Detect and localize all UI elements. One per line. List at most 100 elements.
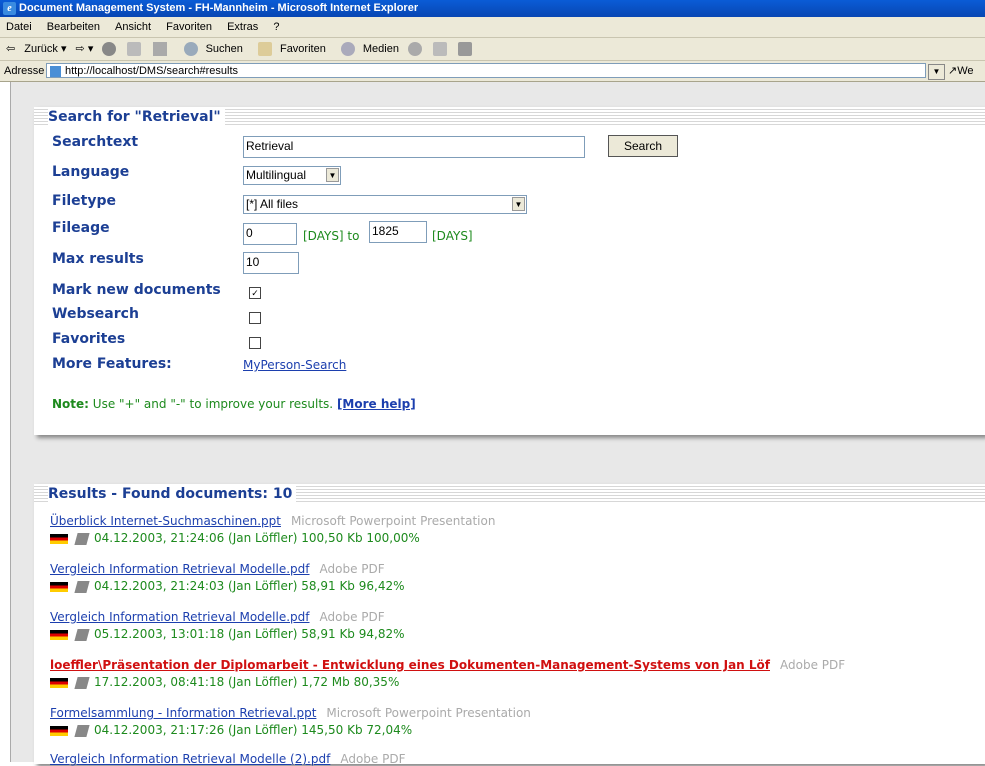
- address-dropdown-button[interactable]: ▼: [928, 64, 945, 80]
- result-item: Formelsammlung - Information Retrieval.p…: [50, 706, 531, 737]
- media-label: Medien: [362, 43, 399, 55]
- chevron-down-icon: ▼: [326, 168, 339, 182]
- result-meta: 04.12.2003, 21:17:26 (Jan Löffler) 145,5…: [50, 723, 531, 737]
- fileage-to-input[interactable]: 1825: [369, 221, 427, 243]
- favorites-checkbox[interactable]: [249, 337, 261, 349]
- history-icon[interactable]: [408, 42, 423, 57]
- back-label: Zurück: [24, 43, 58, 55]
- page-left-edge: [0, 82, 11, 762]
- result-title-link[interactable]: Formelsammlung - Information Retrieval.p…: [50, 706, 316, 720]
- results-panel-heading: Results - Found documents: 10: [34, 484, 985, 504]
- result-meta-text: 04.12.2003, 21:24:06 (Jan Löffler) 100,5…: [94, 531, 420, 545]
- searchtext-input[interactable]: Retrieval: [243, 136, 585, 158]
- result-meta-text: 17.12.2003, 08:41:18 (Jan Löffler) 1,72 …: [94, 675, 400, 689]
- results-panel: Results - Found documents: 10 Überblick …: [34, 484, 985, 766]
- window-titlebar: e Document Management System - FH-Mannhei…: [0, 0, 985, 17]
- fileage-from-input[interactable]: 0: [243, 223, 297, 245]
- myperson-search-link[interactable]: MyPerson-Search: [243, 358, 346, 372]
- media-button[interactable]: Medien: [335, 42, 399, 57]
- note-text: Use "+" and "-" to improve your results.: [88, 397, 337, 411]
- results-panel-title: Results - Found documents: 10: [48, 486, 297, 502]
- menu-bar: Datei Bearbeiten Ansicht Favoriten Extra…: [0, 17, 985, 38]
- result-meta: 05.12.2003, 13:01:18 (Jan Löffler) 58,91…: [50, 627, 405, 641]
- result-type: Adobe PDF: [340, 752, 406, 766]
- result-meta-text: 04.12.2003, 21:24:03 (Jan Löffler) 58,91…: [94, 579, 405, 593]
- document-icon: [74, 724, 90, 737]
- result-meta-text: 04.12.2003, 21:17:26 (Jan Löffler) 145,5…: [94, 723, 413, 737]
- german-flag-icon: [50, 725, 68, 736]
- search-label: Suchen: [205, 43, 243, 55]
- back-button[interactable]: ⇦ Zurück ▾: [6, 43, 66, 55]
- menu-help[interactable]: ?: [273, 21, 279, 33]
- result-type: Adobe PDF: [319, 562, 385, 576]
- favorites-button[interactable]: Favoriten: [252, 42, 326, 57]
- print-icon[interactable]: [458, 42, 473, 57]
- marknew-label: Mark new documents: [52, 282, 221, 298]
- favorites-label: Favoriten: [279, 43, 326, 55]
- mail-icon[interactable]: [433, 42, 448, 57]
- document-icon: [74, 532, 90, 545]
- fileage-unit-days: [DAYS]: [432, 229, 473, 243]
- menu-datei[interactable]: Datei: [6, 21, 32, 33]
- home-icon[interactable]: [152, 42, 167, 57]
- menu-bearbeiten[interactable]: Bearbeiten: [47, 21, 100, 33]
- filetype-label: Filetype: [52, 193, 116, 209]
- maxresults-label: Max results: [52, 251, 144, 267]
- document-icon: [74, 580, 90, 593]
- result-type: Microsoft Powerpoint Presentation: [326, 706, 531, 720]
- go-button[interactable]: ↗We: [948, 61, 974, 81]
- result-item: Vergleich Information Retrieval Modelle.…: [50, 562, 405, 593]
- result-title-link[interactable]: Vergleich Information Retrieval Modelle.…: [50, 562, 310, 576]
- morefeatures-label: More Features:: [52, 356, 172, 372]
- address-label: Adresse: [4, 65, 45, 77]
- chevron-down-icon: ▼: [512, 197, 525, 211]
- fileage-label: Fileage: [52, 220, 110, 236]
- filetype-select[interactable]: [*] All files ▼: [243, 195, 527, 214]
- result-title-link[interactable]: Vergleich Information Retrieval Modelle.…: [50, 610, 310, 624]
- result-meta: 04.12.2003, 21:24:03 (Jan Löffler) 58,91…: [50, 579, 405, 593]
- result-title-link-new[interactable]: loeffler\Präsentation der Diplomarbeit -…: [50, 658, 770, 672]
- result-item: Vergleich Information Retrieval Modelle …: [50, 752, 405, 766]
- document-icon: [74, 676, 90, 689]
- page-content: Search for "Retrieval" Searchtext Retrie…: [0, 82, 985, 766]
- language-label: Language: [52, 164, 130, 180]
- menu-ansicht[interactable]: Ansicht: [115, 21, 151, 33]
- marknew-checkbox[interactable]: ✓: [249, 287, 261, 299]
- fileage-unit-to: [DAYS] to: [303, 229, 360, 243]
- address-bar: Adresse http://localhost/DMS/search#resu…: [0, 61, 985, 82]
- note-line: Note: Use "+" and "-" to improve your re…: [52, 397, 416, 411]
- search-submit-button[interactable]: Search: [608, 135, 678, 157]
- result-title-link[interactable]: Überblick Internet-Suchmaschinen.ppt: [50, 514, 281, 528]
- german-flag-icon: [50, 581, 68, 592]
- menu-favoriten[interactable]: Favoriten: [166, 21, 212, 33]
- german-flag-icon: [50, 533, 68, 544]
- address-input[interactable]: http://localhost/DMS/search#results: [46, 63, 926, 78]
- result-type: Adobe PDF: [319, 610, 385, 624]
- german-flag-icon: [50, 677, 68, 688]
- websearch-checkbox[interactable]: [249, 312, 261, 324]
- forward-button[interactable]: ⇨ ▾: [76, 43, 94, 55]
- searchtext-label: Searchtext: [52, 134, 139, 150]
- result-item: Überblick Internet-Suchmaschinen.ppt Micr…: [50, 514, 495, 545]
- search-panel-heading: Search for "Retrieval": [34, 107, 985, 127]
- websearch-label: Websearch: [52, 306, 139, 322]
- search-button[interactable]: Suchen: [178, 42, 243, 57]
- result-item: loeffler\Präsentation der Diplomarbeit -…: [50, 658, 845, 689]
- menu-extras[interactable]: Extras: [227, 21, 258, 33]
- result-title-link[interactable]: Vergleich Information Retrieval Modelle …: [50, 752, 330, 766]
- more-help-link[interactable]: [More help]: [337, 397, 416, 411]
- favorites-label-form: Favorites: [52, 331, 126, 347]
- result-type: Microsoft Powerpoint Presentation: [290, 514, 496, 528]
- result-meta: 04.12.2003, 21:24:06 (Jan Löffler) 100,5…: [50, 531, 495, 545]
- language-value: Multilingual: [246, 168, 307, 182]
- refresh-icon[interactable]: [127, 42, 142, 57]
- ie-icon: e: [3, 2, 16, 15]
- language-select[interactable]: Multilingual ▼: [243, 166, 341, 185]
- result-type: Adobe PDF: [780, 658, 846, 672]
- go-label: We: [957, 65, 974, 77]
- stop-icon[interactable]: [102, 42, 117, 57]
- maxresults-input[interactable]: 10: [243, 252, 299, 274]
- result-meta-text: 05.12.2003, 13:01:18 (Jan Löffler) 58,91…: [94, 627, 405, 641]
- search-panel-title: Search for "Retrieval": [48, 109, 225, 125]
- search-panel: Search for "Retrieval" Searchtext Retrie…: [34, 107, 985, 435]
